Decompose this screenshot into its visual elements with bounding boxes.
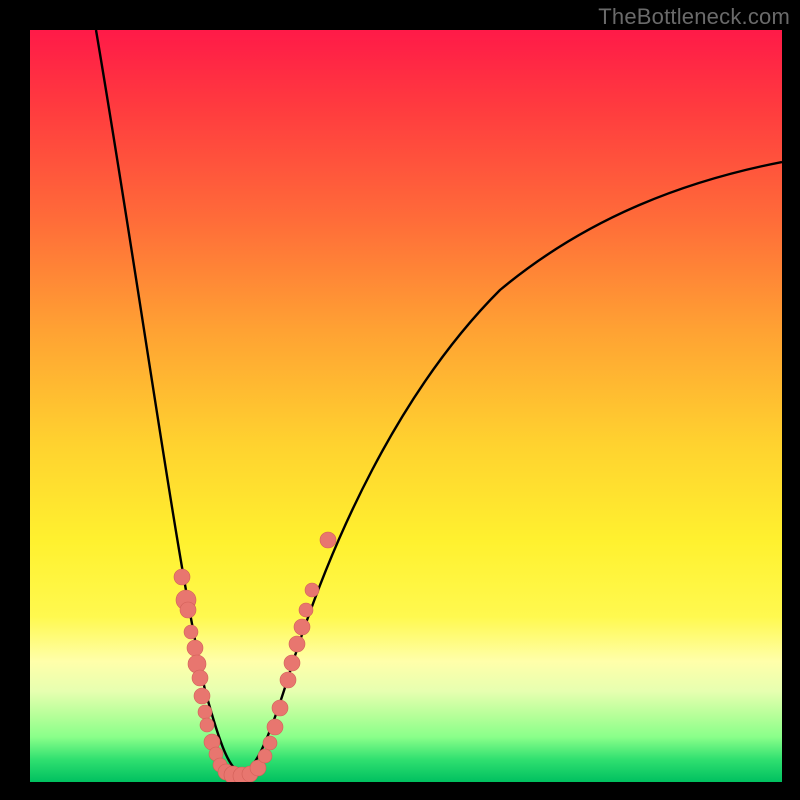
measurement-dot: [187, 640, 203, 656]
chart-svg: [30, 30, 782, 782]
measurement-dot: [320, 532, 336, 548]
measurement-dot: [174, 569, 190, 585]
measurement-dot: [305, 583, 319, 597]
measurement-dot: [263, 736, 277, 750]
measurement-dot: [284, 655, 300, 671]
measurement-dot: [194, 688, 210, 704]
measurement-dot: [192, 670, 208, 686]
measurement-dot: [267, 719, 283, 735]
measurement-dot: [200, 718, 214, 732]
measurement-dot: [280, 672, 296, 688]
measurement-dot: [258, 749, 272, 763]
measurement-dot: [289, 636, 305, 652]
watermark-text: TheBottleneck.com: [598, 4, 790, 30]
measurement-dot: [299, 603, 313, 617]
measurement-dots-group: [174, 532, 336, 782]
measurement-dot: [294, 619, 310, 635]
chart-plot-area: [30, 30, 782, 782]
measurement-dot: [272, 700, 288, 716]
measurement-dot: [198, 705, 212, 719]
measurement-dot: [180, 602, 196, 618]
measurement-dot: [184, 625, 198, 639]
